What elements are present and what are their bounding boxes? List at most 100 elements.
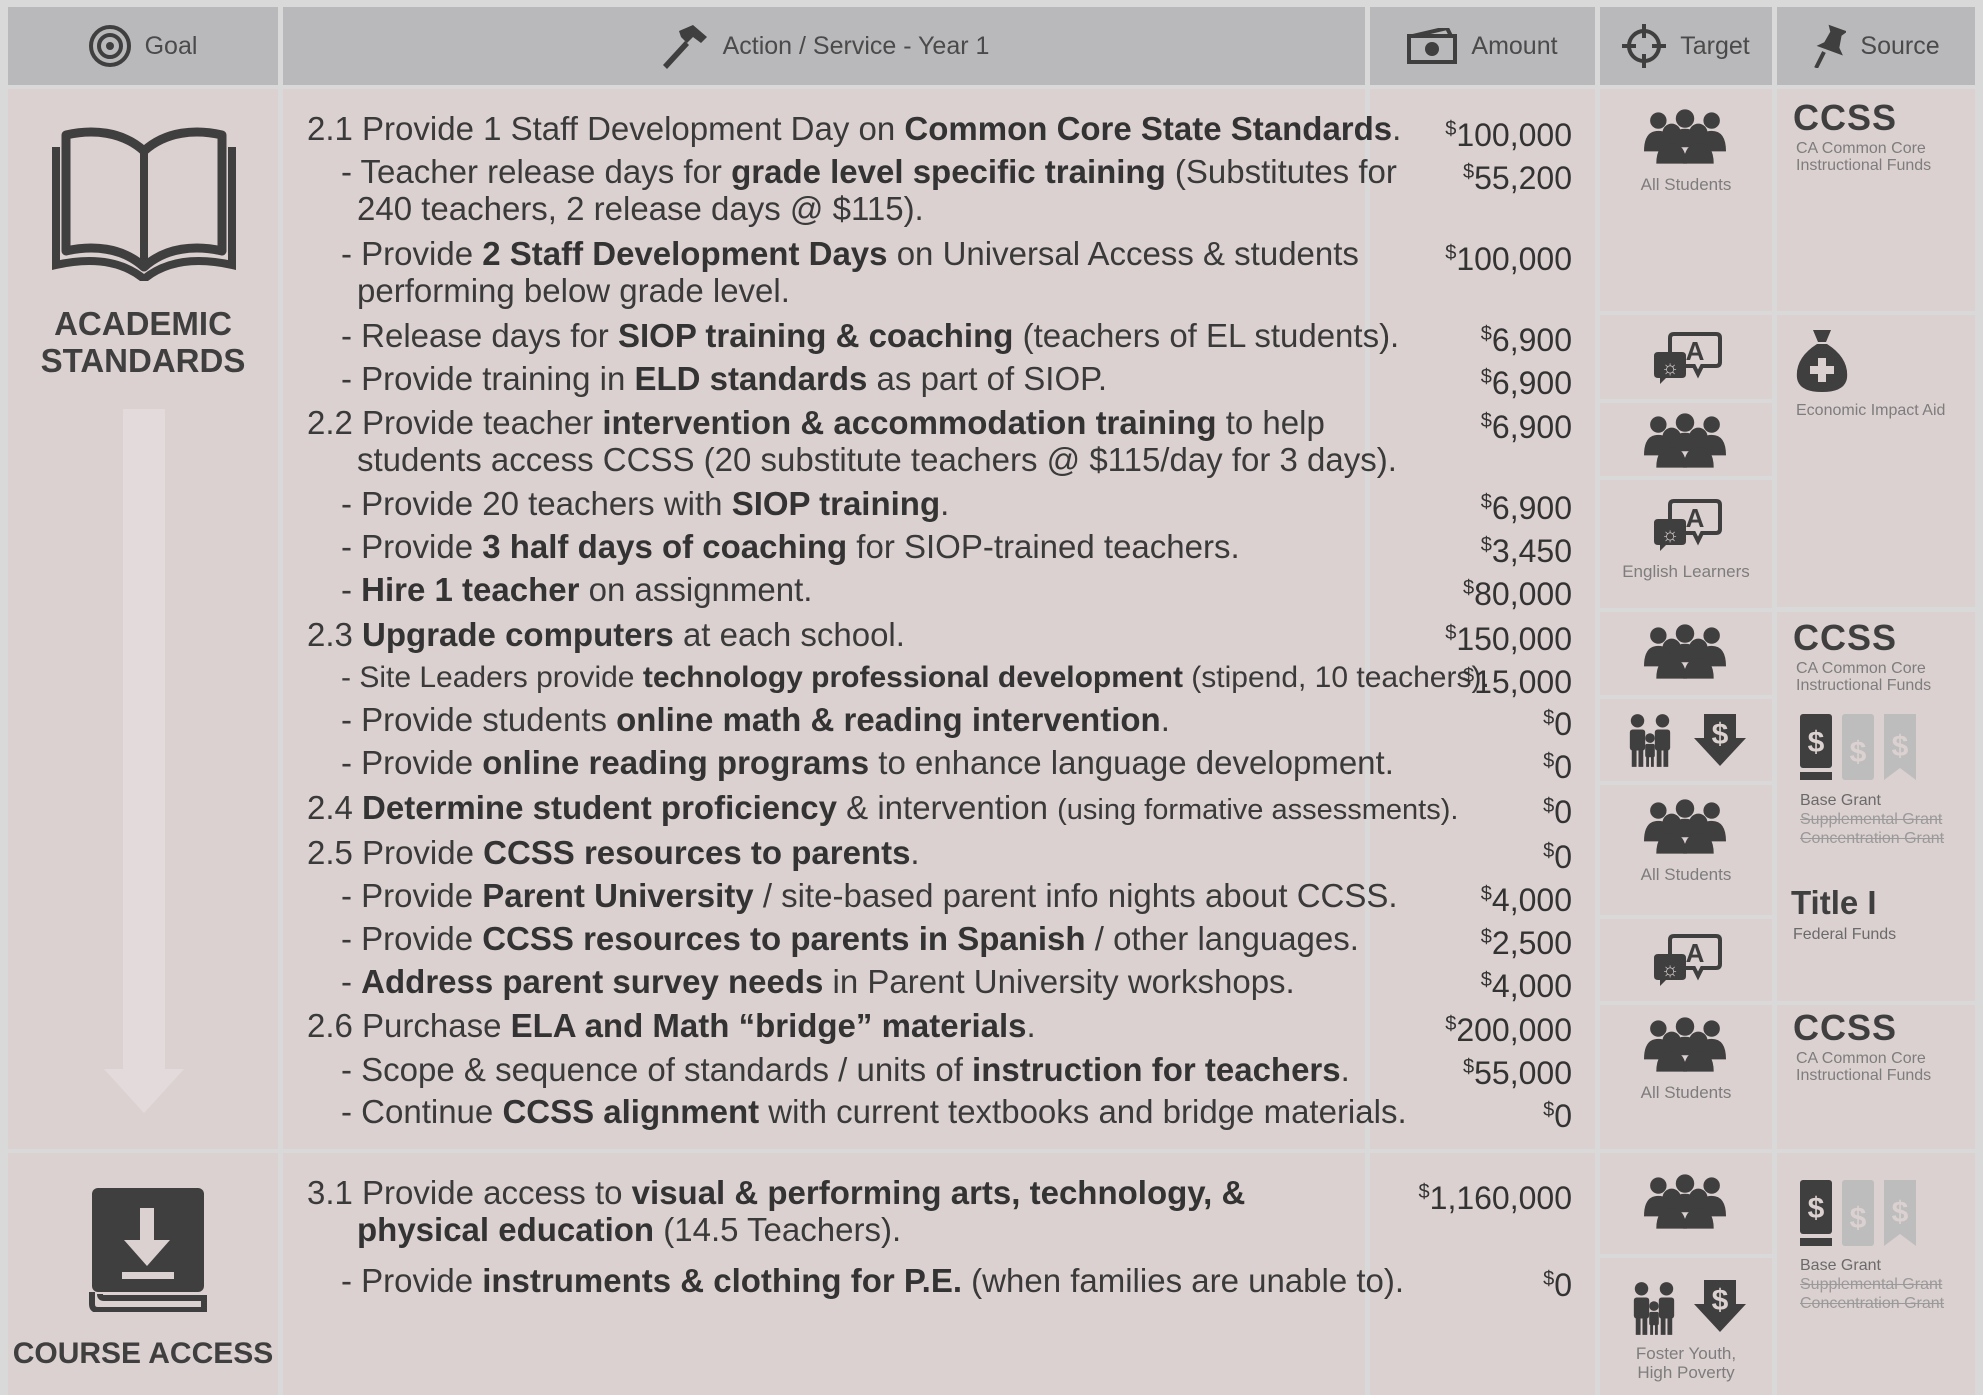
ccss-logo: CCSS: [1793, 1007, 1898, 1048]
source-header-label: Source: [1860, 31, 1940, 60]
goal-cell-academic: ACADEMIC STANDARDS: [8, 89, 278, 1149]
amount: $6,900: [1480, 365, 1572, 401]
item-2-6-a: - Scope & sequence of standards / units …: [341, 1051, 1350, 1088]
amount: $3,450: [1480, 533, 1572, 569]
item-2-1-d: - Provide training in ELD standards as p…: [341, 360, 1108, 397]
family-icon: [1630, 1280, 1678, 1336]
item-2-1-a: - Teacher release days for grade level s…: [341, 153, 1397, 190]
svg-text:$: $: [1850, 1202, 1867, 1235]
amount: $80,000: [1463, 576, 1572, 612]
supplemental-grant: Supplemental Grant: [1800, 1276, 1943, 1293]
amount: $0: [1543, 1267, 1572, 1303]
item-2-3-a: - Site Leaders provide technology profes…: [341, 661, 1490, 694]
goal-cell-course: COURSE ACCESS: [8, 1153, 278, 1395]
target-label: All Students: [1640, 175, 1732, 194]
title-one: Title I: [1791, 884, 1877, 921]
item-3-1: 3.1 Provide access to visual & performin…: [307, 1174, 1246, 1211]
amount: $200,000: [1445, 1012, 1572, 1048]
goal-header-label: Goal: [144, 31, 198, 60]
item-2-3-c: - Provide online reading programs to enh…: [341, 744, 1394, 781]
all-students-icon: [1644, 1173, 1726, 1231]
amount: $0: [1543, 1098, 1572, 1134]
item-2-5-a: - Provide Parent University / site-based…: [341, 877, 1398, 914]
download-book-icon: [89, 1188, 207, 1312]
amount: $0: [1543, 839, 1572, 875]
concentration-grant: Concentration Grant: [1800, 830, 1945, 847]
item-2-2-d: - Provide 3 half days of coaching for SI…: [341, 528, 1240, 565]
amount: $150,000: [1445, 621, 1572, 657]
all-students-icon: [1644, 108, 1726, 166]
amount: $0: [1543, 706, 1572, 742]
amount: $1,160,000: [1418, 1180, 1572, 1216]
amount: $6,900: [1480, 490, 1572, 526]
amount: $4,000: [1480, 882, 1572, 918]
crosshair-icon: [1622, 24, 1667, 68]
english-learners-icon: [1652, 330, 1722, 386]
item-2-1-b: - Provide 2 Staff Development Days on Un…: [341, 235, 1359, 272]
svg-text:$: $: [1892, 730, 1909, 763]
amount: $2,500: [1480, 925, 1572, 961]
target-icon: [88, 25, 131, 67]
target-label: Foster Youth, High Poverty: [1635, 1344, 1737, 1382]
base-grant: Base Grant: [1800, 792, 1881, 809]
item-2-1-c: - Release days for SIOP training & coach…: [341, 317, 1400, 354]
base-grant: Base Grant: [1800, 1257, 1881, 1274]
pushpin-icon: [1814, 24, 1847, 68]
action-header-label: Action / Service - Year 1: [722, 31, 990, 60]
concentration-grant: Concentration Grant: [1800, 1295, 1945, 1312]
dollar-down-icon: [1694, 1278, 1746, 1334]
goal-academic-standards: ACADEMIC STANDARDS: [40, 305, 246, 379]
target-label: All Students: [1640, 865, 1732, 884]
all-students-icon: [1644, 412, 1726, 470]
all-students-icon: [1644, 623, 1726, 681]
item-2-4: 2.4 Determine student proficiency & inte…: [307, 789, 1459, 826]
federal-funds: Federal Funds: [1793, 926, 1897, 943]
ccss-funds: CA Common Core Instructional Funds: [1796, 140, 1932, 174]
all-students-icon: [1644, 1016, 1726, 1074]
amount: $100,000: [1445, 241, 1572, 277]
target-label: All Students: [1640, 1083, 1732, 1102]
dollar-grant-icons: $ $ $: [1800, 714, 1916, 780]
item-2-6: 2.6 Purchase ELA and Math “bridge” mater…: [307, 1007, 1036, 1044]
amount: $0: [1543, 794, 1572, 830]
source-header: Source: [1777, 7, 1975, 85]
item-2-6-b: - Continue CCSS alignment with current t…: [341, 1093, 1407, 1130]
item-2-3: 2.3 Upgrade computers at each school.: [307, 616, 905, 653]
ccss-logo: CCSS: [1793, 97, 1898, 138]
goal-header: Goal: [8, 7, 278, 85]
ccss-funds: CA Common Core Instructional Funds: [1796, 660, 1932, 694]
item-2-2-c: - Provide 20 teachers with SIOP training…: [341, 485, 950, 522]
item-2-5-c: - Address parent survey needs in Parent …: [341, 963, 1295, 1000]
english-learners-icon: [1652, 932, 1722, 988]
hammer-icon: [662, 25, 707, 69]
amount: $0: [1543, 749, 1572, 785]
supplemental-grant: Supplemental Grant: [1800, 811, 1943, 828]
amount: $6,900: [1480, 409, 1572, 445]
item-2-3-b: - Provide students online math & reading…: [341, 701, 1170, 738]
item-2-2-cont: students access CCSS (20 substitute teac…: [357, 441, 1397, 478]
money-bag-icon: [1796, 330, 1848, 392]
target-header: Target: [1600, 7, 1772, 85]
item-2-5-b: - Provide CCSS resources to parents in S…: [341, 920, 1359, 957]
economic-impact-aid: Economic Impact Aid: [1796, 402, 1946, 419]
svg-text:$: $: [1892, 1196, 1909, 1229]
target-header-label: Target: [1680, 31, 1750, 60]
item-2-1: 2.1 Provide 1 Staff Development Day on C…: [307, 110, 1402, 147]
family-icon: [1626, 712, 1674, 768]
amount: $100,000: [1445, 117, 1572, 153]
open-book-icon: [52, 127, 236, 281]
item-2-2: 2.2 Provide teacher intervention & accom…: [307, 404, 1325, 441]
amount: $55,000: [1463, 1055, 1572, 1091]
english-learners-icon: [1652, 497, 1722, 553]
item-3-1-cont: physical education (14.5 Teachers).: [357, 1211, 902, 1248]
amount: $6,900: [1480, 322, 1572, 358]
goal-course-access: COURSE ACCESS: [12, 1337, 274, 1370]
item-2-1-b-cont: performing below grade level.: [357, 272, 790, 309]
dollar-grant-icons: $ $ $: [1800, 1180, 1916, 1246]
svg-text:$: $: [1808, 1192, 1825, 1225]
ccss-logo: CCSS: [1793, 617, 1898, 658]
item-3-1-c: - Provide instruments & clothing for P.E…: [341, 1262, 1405, 1299]
ccss-funds: CA Common Core Instructional Funds: [1796, 1050, 1932, 1084]
action-header: Action / Service - Year 1: [283, 7, 1365, 85]
target-label: English Learners: [1622, 562, 1750, 581]
